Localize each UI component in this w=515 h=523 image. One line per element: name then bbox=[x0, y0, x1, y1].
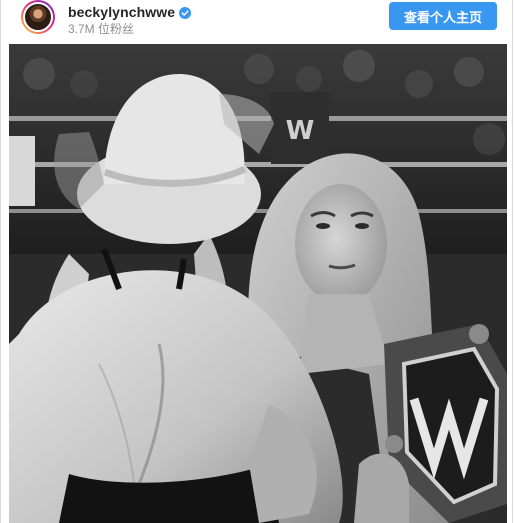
photo-image: W bbox=[9, 44, 507, 523]
follower-count: 3.7M 位粉丝 bbox=[68, 22, 135, 36]
username-row: beckylynchwwe bbox=[68, 4, 192, 20]
svg-text:W: W bbox=[286, 116, 315, 146]
view-profile-button[interactable]: 查看个人主页 bbox=[389, 2, 497, 30]
username[interactable]: beckylynchwwe bbox=[68, 4, 175, 20]
instagram-embed-card: beckylynchwwe 3.7M 位粉丝 查看个人主页 W bbox=[0, 0, 513, 523]
post-header: beckylynchwwe 3.7M 位粉丝 查看个人主页 bbox=[1, 0, 514, 44]
post-photo[interactable]: W bbox=[9, 44, 507, 523]
profile-avatar[interactable] bbox=[21, 0, 55, 34]
avatar-image bbox=[23, 2, 53, 32]
verified-badge-icon bbox=[179, 6, 192, 19]
